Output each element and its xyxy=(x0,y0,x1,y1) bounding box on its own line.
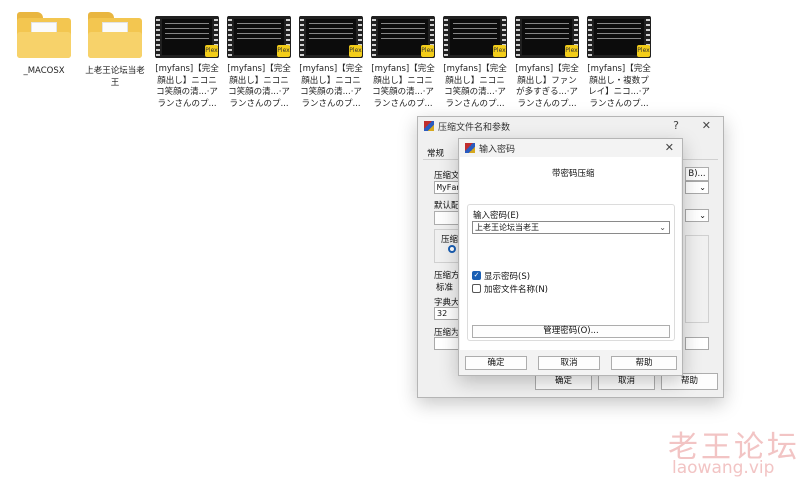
show-password-checkbox[interactable]: ✓ xyxy=(472,271,481,280)
help-icon[interactable]: ? xyxy=(673,119,679,132)
desktop-video-file[interactable]: Plex [myfans]【完全顔出し】ニコニコ笑顔の清...·アランさんのプ..… xyxy=(298,12,364,110)
plex-badge-icon: Plex xyxy=(349,45,362,57)
options-group xyxy=(685,235,709,323)
folder-icon xyxy=(15,12,73,60)
password-dialog: 输入密码 ✕ 带密码压缩 输入密码(E) 上老王论坛当老王 ⌄ ✓ 显示密码(S… xyxy=(458,138,683,376)
password-group: 输入密码(E) 上老王论坛当老王 ⌄ ✓ 显示密码(S) 加密文件名称(N) 管… xyxy=(467,204,675,341)
desktop-item-label: [myfans]【完全顔出し・複数プレイ】ニコ...·アランさんのプ... xyxy=(587,64,651,109)
archive-dialog-title: 压缩文件名和参数 xyxy=(438,123,511,133)
tab-general[interactable]: 常规 xyxy=(427,147,444,159)
plex-badge-icon: Plex xyxy=(565,45,578,57)
close-icon[interactable]: ✕ xyxy=(665,141,674,154)
desktop-folder[interactable]: 上老王论坛当老王 xyxy=(82,12,148,89)
browse-button[interactable]: B)... xyxy=(685,167,709,181)
plex-badge-icon: Plex xyxy=(637,45,650,57)
desktop-video-file[interactable]: Plex [myfans]【完全顔出し】ニコニコ笑顔の清...·アランさんのプ..… xyxy=(370,12,436,110)
desktop-item-label: [myfans]【完全顔出し】ニコニコ笑顔の清...·アランさんのプ... xyxy=(371,64,435,109)
password-field[interactable]: 上老王论坛当老王 ⌄ xyxy=(472,221,670,234)
video-file-icon: Plex xyxy=(371,16,435,58)
watermark-url: laowang.vip xyxy=(672,458,775,478)
plex-badge-icon: Plex xyxy=(493,45,506,57)
archive-name-label: 压缩文 xyxy=(434,171,460,181)
desktop-item-label: [myfans]【完全顔出し】ニコニコ笑顔の清...·アランさんのプ... xyxy=(155,64,219,109)
video-file-icon: Plex xyxy=(443,16,507,58)
plex-badge-icon: Plex xyxy=(205,45,218,57)
split-dropdown[interactable] xyxy=(685,337,709,350)
encrypt-names-checkbox[interactable] xyxy=(472,284,481,293)
password-dialog-titlebar[interactable]: 输入密码 ✕ xyxy=(459,139,682,157)
password-ok-button[interactable]: 确定 xyxy=(465,356,527,370)
method-value[interactable]: 标准 xyxy=(436,281,453,293)
show-password-label: 显示密码(S) xyxy=(484,272,531,282)
password-dialog-title: 输入密码 xyxy=(479,145,516,155)
desktop-video-file[interactable]: Plex [myfans]【完全顔出し・複数プレイ】ニコ...·アランさんのプ..… xyxy=(586,12,652,110)
default-profile-label: 默认配 xyxy=(434,201,460,211)
video-file-icon: Plex xyxy=(515,16,579,58)
desktop-video-file[interactable]: Plex [myfans]【完全顔出し】ニコニコ笑顔の清...·アランさんのプ..… xyxy=(442,12,508,110)
video-file-icon: Plex xyxy=(155,16,219,58)
archive-name-dropdown[interactable]: ⌄ xyxy=(685,181,709,194)
plex-badge-icon: Plex xyxy=(277,45,290,57)
close-icon[interactable]: ✕ xyxy=(702,119,711,132)
manage-passwords-button[interactable]: 管理密码(O)... xyxy=(472,325,670,338)
video-file-icon: Plex xyxy=(587,16,651,58)
desktop-item-label: 上老王论坛当老王 xyxy=(85,66,145,88)
password-value: 上老王论坛当老王 xyxy=(475,223,539,232)
desktop-video-file[interactable]: Plex [myfans]【完全顔出し】ニコニコ笑顔の清...·アランさんのプ..… xyxy=(154,12,220,110)
encrypt-names-label: 加密文件名称(N) xyxy=(484,285,548,295)
rar-radio[interactable] xyxy=(448,245,456,253)
method-label: 压缩方 xyxy=(434,271,460,281)
archive-dialog-titlebar[interactable]: 压缩文件名和参数 ? ✕ xyxy=(418,117,723,135)
plex-badge-icon: Plex xyxy=(421,45,434,57)
desktop-item-label: [myfans]【完全顔出し】ニコニコ笑顔の清...·アランさんのプ... xyxy=(227,64,291,109)
password-heading: 带密码压缩 xyxy=(552,169,595,179)
desktop-video-file[interactable]: Plex [myfans]【完全顔出し】ニコニコ笑顔の清...·アランさんのプ..… xyxy=(226,12,292,110)
desktop-item-label: [myfans]【完全顔出し】ニコニコ笑顔の清...·アランさんのプ... xyxy=(443,64,507,109)
password-group-label: 输入密码(E) xyxy=(473,211,520,221)
winrar-icon xyxy=(465,143,475,153)
chevron-down-icon[interactable]: ⌄ xyxy=(659,222,666,233)
password-help-button[interactable]: 帮助 xyxy=(611,356,677,370)
desktop-item-label: _MACOSX xyxy=(23,66,65,76)
video-file-icon: Plex xyxy=(299,16,363,58)
desktop-item-label: [myfans]【完全顔出し】ファンが多すぎる...·アランさんのプ... xyxy=(515,64,579,109)
desktop-folder[interactable]: _MACOSX xyxy=(11,12,77,78)
video-file-icon: Plex xyxy=(227,16,291,58)
password-dialog-content: 带密码压缩 输入密码(E) 上老王论坛当老王 ⌄ ✓ 显示密码(S) 加密文件名… xyxy=(460,157,681,350)
desktop-item-label: [myfans]【完全顔出し】ニコニコ笑顔の清...·アランさんのプ... xyxy=(299,64,363,109)
winrar-icon xyxy=(424,121,434,131)
password-cancel-button[interactable]: 取消 xyxy=(538,356,600,370)
desktop-video-file[interactable]: Plex [myfans]【完全顔出し】ファンが多すぎる...·アランさんのプ..… xyxy=(514,12,580,110)
update-mode-dropdown[interactable]: ⌄ xyxy=(685,209,709,222)
folder-icon xyxy=(86,12,144,60)
